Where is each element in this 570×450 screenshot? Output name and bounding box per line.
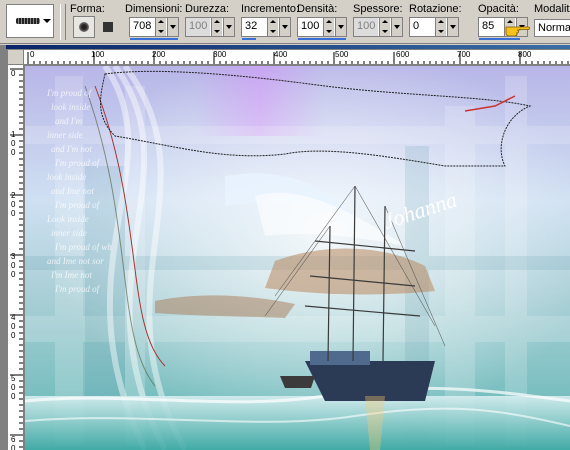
poem-line: and Ime not: [51, 186, 94, 196]
poem-line: I'm Ime not: [50, 270, 92, 280]
rotazione-field[interactable]: 0: [409, 17, 459, 37]
image-canvas[interactable]: Johanna I'm proud of look inside and I'm in…: [25, 66, 570, 450]
ruler-vertical-label: 3: [11, 252, 16, 261]
spessore-label: Spessore:: [353, 3, 403, 15]
poem-line: inner side: [47, 130, 83, 140]
ruler-vertical-label: 4: [11, 313, 16, 322]
ruler-vertical-label: 2: [11, 191, 16, 200]
ruler-horizontal-label: 400: [274, 50, 288, 59]
spessore-stepper[interactable]: [379, 18, 390, 36]
poem-line: I'm proud of wh: [54, 242, 112, 252]
poem-line: and I'm not: [51, 144, 92, 154]
incremento-label: Incremento:: [241, 3, 300, 15]
poem-line: Look inside: [46, 214, 89, 224]
toolbar-grip[interactable]: [60, 4, 66, 40]
opacita-value[interactable]: 85: [479, 18, 497, 36]
brush-preset-picker[interactable]: [6, 4, 54, 38]
forma-label: Forma:: [70, 3, 105, 15]
opacita-slider[interactable]: [479, 38, 520, 40]
ruler-vertical-label: 0: [11, 261, 16, 270]
poem-line: I'm proud of: [54, 158, 101, 168]
poem-line: I'm proud of: [46, 88, 93, 98]
rotazione-stepper[interactable]: [435, 18, 446, 36]
brush-options-toolbar: Forma: Dimensioni: 708 Durezza: 100 Incr…: [0, 0, 570, 44]
rotazione-value[interactable]: 0: [410, 18, 422, 36]
ruler-vertical-label: 6: [11, 435, 16, 444]
ruler-vertical-label: 0: [11, 392, 16, 401]
ruler-horizontal-label: 200: [152, 50, 166, 59]
ruler-horizontal-label: 600: [396, 50, 410, 59]
spessore-field[interactable]: 100: [353, 17, 403, 37]
poem-line: I'm proud of: [54, 200, 101, 210]
ruler-horizontal-ticks: [27, 52, 569, 64]
durezza-label: Durezza:: [185, 3, 230, 15]
ruler-vertical-label: 0: [11, 209, 16, 218]
modalita-label: Modalità: [534, 3, 570, 15]
artwork: Johanna I'm proud oflook insideand I'min…: [25, 66, 570, 450]
ruler-vertical-label: 0: [11, 444, 16, 450]
densita-label: Densità:: [297, 3, 338, 15]
brush-preset-icon: [16, 18, 40, 24]
chevron-down-icon: [43, 19, 51, 23]
ruler-vertical[interactable]: 0100200300400500600: [8, 65, 24, 450]
incremento-stepper[interactable]: [267, 18, 278, 36]
blend-mode-select[interactable]: Normal: [534, 19, 570, 37]
square-brush-icon[interactable]: [97, 16, 119, 38]
dimensioni-stepper[interactable]: [155, 18, 166, 36]
ruler-horizontal-label: 500: [335, 50, 349, 59]
durezza-value[interactable]: 100: [186, 18, 210, 36]
dimensioni-dropdown[interactable]: [167, 18, 178, 36]
ruler-horizontal-label: 0: [30, 50, 35, 59]
blend-mode-value: Normal: [538, 22, 570, 34]
incremento-field[interactable]: 32: [241, 17, 291, 40]
durezza-stepper[interactable]: [211, 18, 222, 36]
rotazione-label: Rotazione:: [409, 3, 462, 15]
poem-line: look inside: [47, 172, 86, 182]
densita-stepper[interactable]: [323, 18, 334, 36]
ruler-horizontal-label: 100: [91, 50, 105, 59]
image-window-titlebar[interactable]: [6, 45, 570, 49]
ruler-horizontal-label: 800: [518, 50, 532, 59]
dimensioni-value[interactable]: 708: [130, 18, 154, 36]
ruler-vertical-label: 0: [11, 148, 16, 157]
ruler-horizontal[interactable]: 0 100 200 300 400 500 600 700 800: [24, 50, 570, 65]
densita-value[interactable]: 100: [298, 18, 322, 36]
ruler-vertical-label: 0: [11, 139, 16, 148]
pointing-hand-icon: [505, 26, 530, 36]
opacita-label: Opacità:: [478, 3, 519, 15]
poem-line: and I'm: [55, 116, 83, 126]
dimensioni-slider[interactable]: [130, 38, 178, 40]
poem-line: I'm proud of: [54, 284, 101, 294]
ruler-vertical-label: 0: [11, 322, 16, 331]
spessore-dropdown[interactable]: [391, 18, 402, 36]
poem-line: look inside: [51, 102, 90, 112]
incremento-dropdown[interactable]: [279, 18, 290, 36]
ruler-vertical-label: 0: [11, 383, 16, 392]
durezza-dropdown[interactable]: [223, 18, 234, 36]
ruler-vertical-label: 0: [11, 69, 16, 78]
dimensioni-label: Dimensioni:: [125, 3, 183, 15]
incremento-value[interactable]: 32: [242, 18, 260, 36]
ruler-vertical-label: 0: [11, 200, 16, 209]
ruler-corner: [8, 50, 24, 65]
ruler-vertical-label: 0: [11, 270, 16, 279]
ruler-vertical-label: 0: [11, 331, 16, 340]
round-brush-icon[interactable]: [73, 16, 95, 38]
ruler-vertical-label: 5: [11, 374, 16, 383]
densita-dropdown[interactable]: [335, 18, 346, 36]
ruler-horizontal-label: 700: [457, 50, 471, 59]
poem-line: and Ime not sor: [47, 256, 104, 266]
spessore-value[interactable]: 100: [354, 18, 378, 36]
dimensioni-field[interactable]: 708: [129, 17, 179, 40]
densita-field[interactable]: 100: [297, 17, 347, 40]
durezza-field[interactable]: 100: [185, 17, 235, 37]
poem-line: inner side: [51, 228, 87, 238]
incremento-slider[interactable]: [242, 38, 256, 40]
rotazione-dropdown[interactable]: [447, 18, 458, 36]
ruler-vertical-label: 1: [11, 130, 16, 139]
densita-slider[interactable]: [298, 38, 346, 40]
ruler-horizontal-label: 300: [213, 50, 227, 59]
